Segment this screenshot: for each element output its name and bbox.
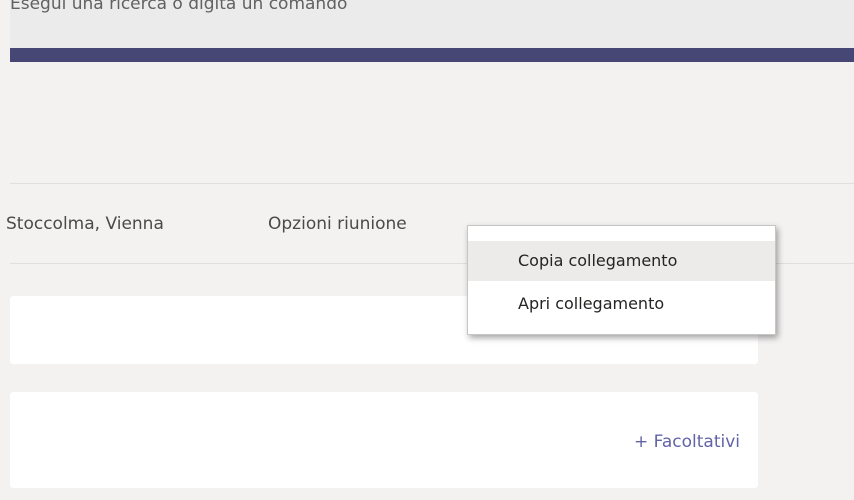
timezone-selector[interactable]: Stoccolma, Vienna — [6, 214, 164, 234]
menu-item-copy-link[interactable]: Copia collegamento — [468, 241, 775, 281]
context-menu: Copia collegamento Apri collegamento — [467, 225, 776, 335]
menu-item-open-link[interactable]: Apri collegamento — [468, 284, 775, 324]
search-bar — [10, 0, 854, 48]
teams-meeting-page: Stoccolma, Vienna Opzioni riunione + Fac… — [0, 0, 854, 500]
meeting-options-link[interactable]: Opzioni riunione — [268, 214, 407, 234]
add-optional-attendees-link[interactable]: + Facoltativi — [634, 432, 740, 452]
form-card-attendees: + Facoltativi — [10, 392, 758, 488]
accent-bar — [10, 48, 854, 62]
search-input[interactable] — [10, 0, 854, 28]
header-area — [10, 62, 854, 184]
